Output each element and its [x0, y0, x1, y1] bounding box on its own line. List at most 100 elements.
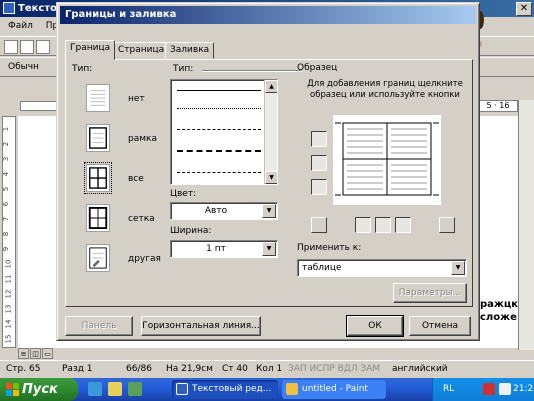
- line-style-dashed[interactable]: [177, 129, 261, 130]
- line-style-list[interactable]: ▲ ▼: [170, 79, 278, 185]
- preset-all-label: все: [128, 174, 144, 184]
- open-folder-icon[interactable]: [20, 40, 34, 54]
- border-inside-vertical-icon[interactable]: [375, 217, 391, 233]
- apply-to-select[interactable]: таблице ▼: [297, 259, 467, 277]
- close-icon[interactable]: ✕: [516, 2, 532, 16]
- taskbar: Пуск Текстовый ред... untitled - Paint R…: [0, 378, 534, 401]
- preset-grid[interactable]: [86, 204, 114, 234]
- diagonal-down-icon[interactable]: [311, 217, 327, 233]
- ok-button[interactable]: ОК: [346, 315, 404, 337]
- status-pages: 66/86: [126, 364, 152, 374]
- vertical-ruler-number: 9: [2, 246, 11, 252]
- apply-to-value: таблице: [302, 263, 342, 273]
- border-top-icon[interactable]: [311, 131, 327, 147]
- word-app-icon: [3, 2, 15, 14]
- task-word[interactable]: Текстовый ред...: [172, 380, 278, 399]
- border-left-icon[interactable]: [355, 217, 371, 233]
- vertical-ruler: 1 2 3 4 5 6 7 8 9 10 11 12 13 14 15: [2, 116, 16, 348]
- document-text: ражцк сложе: [480, 299, 519, 323]
- task-paint-label: untitled - Paint: [302, 384, 368, 394]
- save-icon[interactable]: [36, 40, 50, 54]
- border-bottom-icon[interactable]: [311, 179, 327, 195]
- preset-grid-icon: [86, 204, 110, 232]
- vertical-ruler-number: 7: [2, 216, 11, 222]
- apply-to-label: Применить к:: [297, 243, 362, 253]
- width-value: 1 пт: [206, 244, 226, 254]
- vertical-ruler-number: 13: [4, 304, 13, 314]
- web-view-icon[interactable]: ◫: [30, 348, 41, 359]
- status-column: Кол 1: [256, 364, 283, 374]
- volume-icon[interactable]: [499, 383, 511, 395]
- options-button[interactable]: Параметры...: [393, 283, 467, 303]
- style-group-line: [202, 70, 302, 72]
- normal-view-icon[interactable]: ≡: [18, 348, 29, 359]
- color-select[interactable]: Авто ▼: [170, 202, 278, 220]
- cancel-button[interactable]: Отмена: [409, 316, 471, 336]
- vertical-scrollbar[interactable]: [518, 100, 534, 350]
- vertical-ruler-number: 3: [2, 156, 11, 162]
- style-list-scrollbar[interactable]: ▲ ▼: [264, 80, 277, 184]
- language-indicator[interactable]: RL: [443, 378, 454, 401]
- media-icon[interactable]: [128, 382, 142, 396]
- folder-icon[interactable]: [108, 382, 122, 396]
- vertical-ruler-number: 14: [4, 319, 13, 329]
- table-preview: [335, 122, 439, 196]
- preview-label: Образец: [297, 63, 338, 73]
- preset-grid-label: сетка: [128, 214, 155, 224]
- line-style-solid[interactable]: [177, 90, 261, 91]
- quick-launch: [88, 382, 164, 398]
- start-button[interactable]: Пуск: [0, 378, 78, 401]
- tab-borders[interactable]: Граница: [65, 40, 116, 60]
- new-document-icon[interactable]: [4, 40, 18, 54]
- line-style-dash-dot[interactable]: [177, 172, 261, 173]
- preset-custom-icon: [86, 244, 110, 272]
- tab-page-border[interactable]: Страница: [113, 42, 170, 59]
- preset-all-icon: [84, 162, 112, 194]
- word-task-icon: [176, 383, 188, 395]
- scroll-down-icon[interactable]: ▼: [265, 171, 277, 184]
- vertical-ruler-number: 2: [2, 141, 11, 147]
- tab-shading[interactable]: Заливка: [165, 42, 215, 59]
- preset-box[interactable]: [86, 124, 114, 154]
- task-paint[interactable]: untitled - Paint: [282, 380, 386, 399]
- line-style-long-dash[interactable]: [177, 150, 261, 152]
- preset-none-icon: [86, 84, 110, 112]
- preview-area[interactable]: [333, 115, 441, 205]
- vertical-ruler-number: 5: [2, 186, 11, 192]
- border-inside-horizontal-icon[interactable]: [311, 155, 327, 171]
- scroll-up-icon[interactable]: ▲: [265, 80, 277, 93]
- chevron-down-icon[interactable]: ▼: [451, 261, 465, 275]
- vertical-ruler-number: 10: [4, 259, 13, 269]
- ruler-marker-text: 5 · 16: [478, 100, 518, 112]
- status-modes: ЗАП ИСПР ВДЛ ЗАМ: [288, 364, 381, 374]
- status-line: Ст 40: [222, 364, 248, 374]
- status-language: английский: [392, 364, 448, 374]
- line-style-dotted[interactable]: [177, 108, 261, 109]
- chevron-down-icon[interactable]: ▼: [262, 242, 276, 256]
- vertical-ruler-number: 12: [4, 289, 13, 299]
- width-select[interactable]: 1 пт ▼: [170, 240, 278, 258]
- internet-explorer-icon[interactable]: [88, 382, 102, 396]
- paint-task-icon: [286, 383, 298, 395]
- preset-none[interactable]: [86, 84, 114, 114]
- color-value: Авто: [204, 206, 228, 216]
- clock: 21:24: [513, 384, 534, 394]
- vertical-ruler-number: 4: [2, 171, 11, 177]
- menu-item-file[interactable]: Файл: [8, 21, 33, 31]
- tray-app-icon[interactable]: [483, 383, 495, 395]
- preview-hint: Для добавления границ щелкните образец и…: [307, 79, 463, 100]
- preset-custom-label: другая: [128, 254, 161, 264]
- chevron-down-icon[interactable]: ▼: [262, 204, 276, 218]
- color-label: Цвет:: [170, 189, 197, 199]
- style-box[interactable]: Обычн: [8, 62, 39, 72]
- horizontal-line-button[interactable]: Горизонтальная линия...: [141, 316, 261, 336]
- preset-custom[interactable]: [86, 244, 114, 274]
- preset-all[interactable]: [84, 162, 114, 194]
- border-right-icon[interactable]: [395, 217, 411, 233]
- show-toolbar-button[interactable]: Панель: [65, 316, 133, 336]
- diagonal-up-icon[interactable]: [439, 217, 455, 233]
- print-view-icon[interactable]: ▭: [42, 348, 53, 359]
- vertical-ruler-number: 6: [2, 201, 11, 207]
- status-section: Разд 1: [62, 364, 93, 374]
- system-tray: RL 21:24: [432, 378, 534, 401]
